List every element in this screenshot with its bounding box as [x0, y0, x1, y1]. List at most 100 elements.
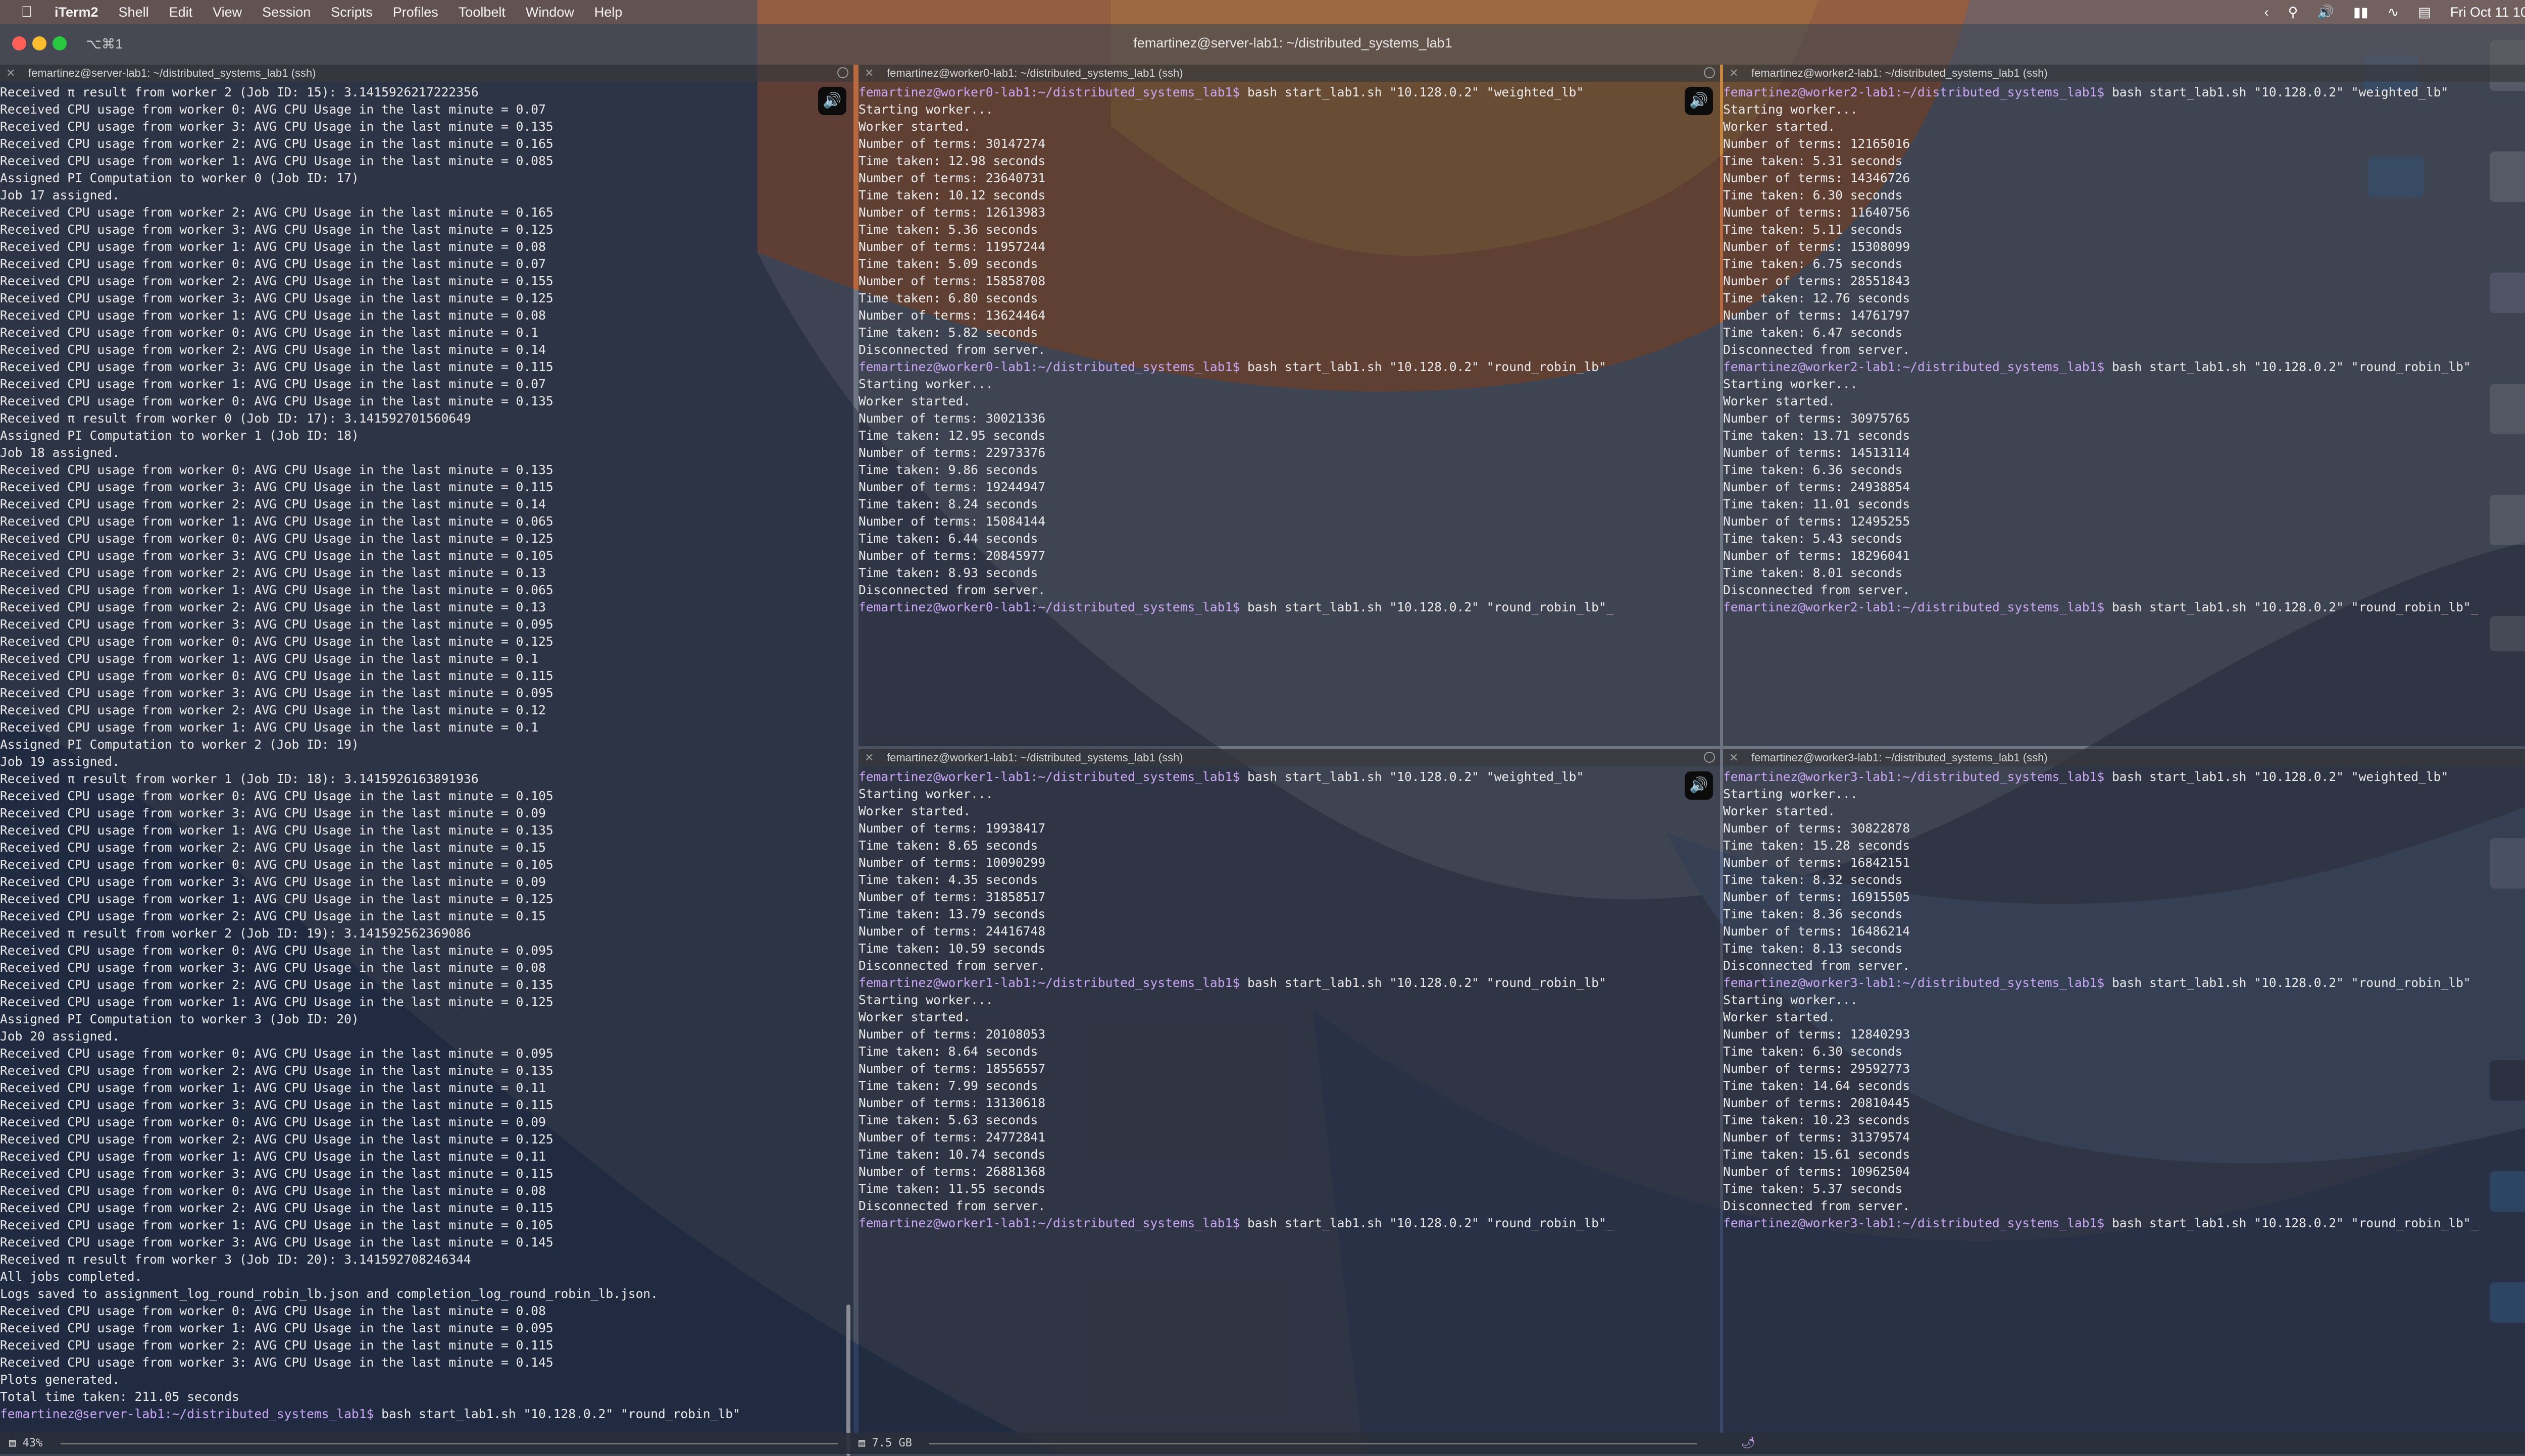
- wifi-icon[interactable]: ∿: [2388, 5, 2399, 20]
- output-text: Received CPU usage from worker 3: AVG CP…: [0, 480, 553, 494]
- terminal-line: Number of terms: 20845977: [858, 547, 1720, 564]
- pane-tab-server[interactable]: ✕ femartinez@server-lab1: ~/distributed_…: [0, 65, 853, 82]
- menu-shell[interactable]: Shell: [119, 5, 149, 20]
- output-text: Received CPU usage from worker 3: AVG CP…: [0, 874, 546, 889]
- shell-prompt: femartinez@worker0-lab1:~/distributed_sy…: [858, 600, 1240, 614]
- output-text: Received CPU usage from worker 0: AVG CP…: [0, 394, 553, 408]
- pin-icon[interactable]: ⚲: [2288, 5, 2298, 20]
- terminal-output[interactable]: femartinez@worker2-lab1:~/distributed_sy…: [1723, 82, 2525, 746]
- terminal-line: Disconnected from server.: [1723, 1198, 2525, 1215]
- shell-command: bash start_lab1.sh "10.128.0.2" "weighte…: [2104, 769, 2449, 784]
- terminal-line: Number of terms: 28551843: [1723, 273, 2525, 290]
- terminal-line: Received CPU usage from worker 1: AVG CP…: [0, 822, 853, 839]
- chevron-left-icon[interactable]: ‹: [2264, 5, 2269, 20]
- apple-menu-icon[interactable]: : [17, 4, 36, 21]
- terminal-line: Starting worker...: [1723, 786, 2525, 803]
- terminal-line: Time taken: 10.23 seconds: [1723, 1112, 2525, 1129]
- output-text: Received CPU usage from worker 3: AVG CP…: [0, 1166, 553, 1181]
- output-text: Number of terms: 11957244: [858, 239, 1046, 254]
- window-titlebar[interactable]: ⌥⌘1 femartinez@server-lab1: ~/distribute…: [0, 24, 2525, 65]
- terminal-line: Starting worker...: [858, 992, 1720, 1009]
- output-text: Received CPU usage from worker 3: AVG CP…: [0, 806, 546, 820]
- terminal-line: Received CPU usage from worker 1: AVG CP…: [0, 719, 853, 736]
- terminal-line: Received CPU usage from worker 1: AVG CP…: [0, 238, 853, 255]
- output-text: Starting worker...: [858, 993, 993, 1007]
- terminal-output[interactable]: femartinez@worker3-lab1:~/distributed_sy…: [1723, 766, 2525, 1433]
- pane-tab-worker1[interactable]: ✕ femartinez@worker1-lab1: ~/distributed…: [858, 749, 1720, 766]
- output-text: Number of terms: 19244947: [858, 480, 1046, 494]
- terminal-output[interactable]: femartinez@worker1-lab1:~/distributed_sy…: [858, 766, 1720, 1433]
- terminal-line: Time taken: 10.12 seconds: [858, 187, 1720, 204]
- menu-app-name[interactable]: iTerm2: [55, 5, 98, 20]
- terminal-line: Time taken: 6.75 seconds: [1723, 255, 2525, 273]
- terminal-line: Disconnected from server.: [858, 1198, 1720, 1215]
- terminal-line: Received CPU usage from worker 3: AVG CP…: [0, 479, 853, 496]
- pane-server[interactable]: ✕ femartinez@server-lab1: ~/distributed_…: [0, 65, 853, 1433]
- output-text: Received CPU usage from worker 1: AVG CP…: [0, 1321, 553, 1335]
- output-text: Disconnected from server.: [858, 583, 1046, 597]
- status-menus: ‹ ⚲ 🔊 ▮▮ ∿ ▤ Fri Oct 11 10:20AM: [2245, 4, 2525, 20]
- close-icon[interactable]: ✕: [1729, 749, 1738, 766]
- close-icon[interactable]: ✕: [865, 65, 874, 82]
- pane-tab-worker3[interactable]: ✕ femartinez@worker3-lab1: ~/distributed…: [1723, 749, 2525, 766]
- terminal-output[interactable]: Received π result from worker 2 (Job ID:…: [0, 82, 853, 1433]
- pane-worker3[interactable]: ✕ femartinez@worker3-lab1: ~/distributed…: [1723, 749, 2525, 1433]
- menu-toolbelt[interactable]: Toolbelt: [459, 5, 506, 20]
- output-text: Assigned PI Computation to worker 0 (Job…: [0, 171, 359, 185]
- pane-menu-icon[interactable]: [1704, 67, 1715, 78]
- output-text: Starting worker...: [858, 787, 993, 801]
- terminal-line: Time taken: 5.37 seconds: [1723, 1180, 2525, 1198]
- terminal-line: Received CPU usage from worker 3: AVG CP…: [0, 290, 853, 307]
- cpu-graph: [61, 1443, 838, 1444]
- menu-help[interactable]: Help: [594, 5, 623, 20]
- menu-view[interactable]: View: [213, 5, 242, 20]
- control-center-icon[interactable]: ▤: [2418, 5, 2431, 20]
- pane-worker2[interactable]: ✕ femartinez@worker2-lab1: ~/distributed…: [1723, 65, 2525, 746]
- menubar-clock[interactable]: Fri Oct 11 10:20AM: [2450, 5, 2525, 20]
- output-text: Total time taken: 211.05 seconds: [0, 1389, 239, 1404]
- terminal-line: Number of terms: 16842151: [1723, 854, 2525, 871]
- battery-icon[interactable]: ▮▮: [2353, 5, 2368, 20]
- pane-title: femartinez@server-lab1: ~/distributed_sy…: [28, 67, 316, 79]
- menu-scripts[interactable]: Scripts: [331, 5, 373, 20]
- menu-edit[interactable]: Edit: [169, 5, 193, 20]
- pane-tab-worker0[interactable]: ✕ femartinez@worker0-lab1: ~/distributed…: [858, 65, 1720, 82]
- output-text: Received CPU usage from worker 3: AVG CP…: [0, 119, 553, 134]
- terminal-line: Starting worker...: [1723, 992, 2525, 1009]
- output-text: Received CPU usage from worker 2: AVG CP…: [0, 136, 553, 151]
- output-text: Disconnected from server.: [858, 958, 1046, 973]
- pane-menu-icon[interactable]: [837, 67, 848, 78]
- output-text: Received π result from worker 1 (Job ID:…: [0, 771, 479, 786]
- terminal-line: Worker started.: [1723, 118, 2525, 135]
- close-icon[interactable]: ✕: [1729, 65, 1738, 82]
- terminal-line: Number of terms: 20108053: [858, 1026, 1720, 1043]
- output-text: Received CPU usage from worker 1: AVG CP…: [0, 153, 553, 168]
- terminal-output[interactable]: femartinez@worker0-lab1:~/distributed_sy…: [858, 82, 1720, 746]
- menu-window[interactable]: Window: [526, 5, 574, 20]
- menu-profiles[interactable]: Profiles: [393, 5, 438, 20]
- output-text: Time taken: 13.79 seconds: [858, 907, 1046, 921]
- pane-worker0[interactable]: ✕ femartinez@worker0-lab1: ~/distributed…: [858, 65, 1720, 746]
- terminal-line: Time taken: 11.01 seconds: [1723, 496, 2525, 513]
- bell-icon[interactable]: 🔊: [818, 87, 846, 115]
- volume-icon[interactable]: 🔊: [2317, 4, 2334, 20]
- close-icon[interactable]: ✕: [865, 749, 874, 766]
- output-text: Received CPU usage from worker 0: AVG CP…: [0, 1046, 553, 1061]
- terminal-prompt-line: femartinez@worker1-lab1:~/distributed_sy…: [858, 768, 1720, 786]
- output-text: Received CPU usage from worker 2: AVG CP…: [0, 497, 546, 511]
- close-icon[interactable]: ✕: [6, 65, 15, 82]
- menu-session[interactable]: Session: [262, 5, 311, 20]
- pane-tab-worker2[interactable]: ✕ femartinez@worker2-lab1: ~/distributed…: [1723, 65, 2525, 82]
- terminal-line: Assigned PI Computation to worker 3 (Job…: [0, 1011, 853, 1028]
- pane-worker1[interactable]: ✕ femartinez@worker1-lab1: ~/distributed…: [858, 749, 1720, 1433]
- output-text: Time taken: 12.98 seconds: [858, 153, 1046, 168]
- terminal-line: Time taken: 5.36 seconds: [858, 221, 1720, 238]
- bell-icon[interactable]: 🔊: [1685, 87, 1713, 115]
- pane-menu-icon[interactable]: [1704, 752, 1715, 763]
- bell-icon[interactable]: 🔊: [1685, 771, 1713, 800]
- output-text: Number of terms: 12495255: [1723, 514, 1910, 529]
- terminal-prompt-line: femartinez@worker3-lab1:~/distributed_sy…: [1723, 974, 2525, 992]
- terminal-line: Received CPU usage from worker 1: AVG CP…: [0, 1320, 853, 1337]
- terminal-line: Time taken: 10.74 seconds: [858, 1146, 1720, 1163]
- terminal-line: Time taken: 6.44 seconds: [858, 530, 1720, 547]
